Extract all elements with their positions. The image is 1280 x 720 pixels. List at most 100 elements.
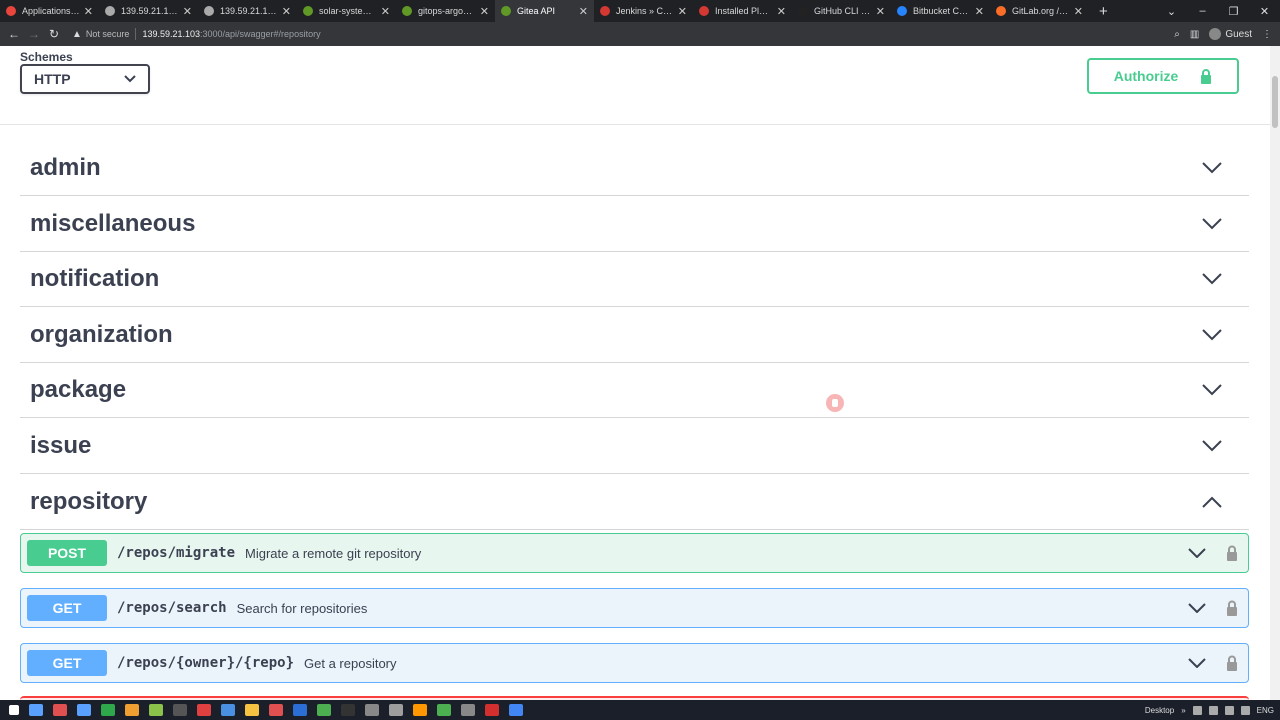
forward-icon[interactable]: → <box>24 27 44 41</box>
operation-row[interactable]: GET/repos/{owner}/{repo} Get a repository <box>20 643 1249 683</box>
taskbar-app-icon[interactable] <box>53 704 67 716</box>
chevron-down-icon[interactable] <box>1201 384 1223 396</box>
taskbar-app-icon[interactable] <box>173 704 187 716</box>
back-icon[interactable]: ← <box>4 27 24 41</box>
taskbar-app-icon[interactable] <box>365 704 379 716</box>
profile-button[interactable]: Guest <box>1209 28 1252 40</box>
tab-title: 139.59.21.103:3 <box>121 6 179 16</box>
minimize-icon[interactable]: – <box>1187 5 1218 17</box>
swagger-page: Schemes HTTP Authorize admin miscellaneou… <box>0 46 1270 700</box>
browser-tab[interactable]: gitops-argocd/c ✕ <box>396 0 495 22</box>
tab-close-icon[interactable]: ✕ <box>84 5 93 18</box>
taskbar-app-icon[interactable] <box>221 704 235 716</box>
tab-title: gitops-argocd/c <box>418 6 476 16</box>
chevron-down-icon[interactable] <box>1188 603 1206 613</box>
taskbar-app-icon[interactable] <box>509 704 523 716</box>
browser-tab[interactable]: Installed Plugin ✕ <box>693 0 792 22</box>
taskbar-app-icon[interactable] <box>29 704 43 716</box>
chevron-down-icon[interactable] <box>1201 217 1223 230</box>
lock-icon[interactable] <box>1226 545 1238 561</box>
schemes-select[interactable]: HTTP <box>20 64 150 94</box>
tag-section-issue[interactable]: issue <box>20 419 1249 474</box>
browser-tab[interactable]: solar-system/pi ✕ <box>297 0 396 22</box>
taskbar-app-icon[interactable] <box>461 704 475 716</box>
taskbar-app-icon[interactable] <box>269 704 283 716</box>
tab-close-icon[interactable]: ✕ <box>183 5 192 18</box>
tab-close-icon[interactable]: ✕ <box>678 5 687 18</box>
network-icon[interactable] <box>1208 705 1218 715</box>
tab-close-icon[interactable]: ✕ <box>975 5 984 18</box>
chevron-down-icon[interactable] <box>1201 440 1223 452</box>
taskbar-app-icon[interactable] <box>317 704 331 716</box>
taskbar-app-icon[interactable] <box>149 704 163 716</box>
chevron-up-icon[interactable] <box>1201 496 1223 508</box>
tab-search-icon[interactable]: ⌄ <box>1156 5 1187 18</box>
sidebar-icon[interactable]: ▥ <box>1190 29 1199 40</box>
scrollbar-thumb[interactable] <box>1272 76 1278 128</box>
warning-icon[interactable]: ▲ <box>72 29 82 40</box>
page-scrollbar[interactable] <box>1270 46 1280 700</box>
zoom-icon[interactable]: ⌕ <box>1174 29 1180 40</box>
taskbar-app-icon[interactable] <box>245 704 259 716</box>
chevron-down-icon[interactable] <box>1201 162 1223 174</box>
close-window-icon[interactable]: ✕ <box>1249 5 1280 18</box>
new-tab-button[interactable]: + <box>1099 3 1108 20</box>
not-secure-label[interactable]: Not secure <box>86 29 130 39</box>
battery-icon[interactable] <box>1240 705 1250 715</box>
taskbar-app-icon[interactable] <box>437 704 451 716</box>
chevron-down-icon[interactable] <box>1188 548 1206 558</box>
taskbar-app-icon[interactable] <box>389 704 403 716</box>
tray-expand-icon[interactable]: » <box>1181 706 1185 715</box>
authorize-button[interactable]: Authorize <box>1087 58 1239 94</box>
chevron-down-icon[interactable] <box>1188 658 1206 668</box>
chevron-down-icon[interactable] <box>1201 273 1223 285</box>
operation-row[interactable]: GET/repos/search Search for repositories <box>20 588 1249 628</box>
mouse-cursor-indicator <box>826 394 844 412</box>
tag-section-repository[interactable]: repository <box>20 475 1249 530</box>
taskbar-app-icon[interactable] <box>77 704 91 716</box>
operation-row[interactable]: POST/repos/migrate Migrate a remote git r… <box>20 533 1249 573</box>
tab-close-icon[interactable]: ✕ <box>1074 5 1083 18</box>
tab-close-icon[interactable]: ✕ <box>777 5 786 18</box>
url-field[interactable]: 139.59.21.103:3000/api/swagger#/reposito… <box>142 29 320 39</box>
taskbar-app-icon[interactable] <box>125 704 139 716</box>
tag-section-organization[interactable]: organization <box>20 308 1249 363</box>
taskbar-app-icon[interactable] <box>485 704 499 716</box>
browser-tab[interactable]: Applications Til ✕ <box>0 0 99 22</box>
tag-section-notification[interactable]: notification <box>20 252 1249 308</box>
taskbar-app-icon[interactable] <box>413 704 427 716</box>
tab-favicon-icon <box>501 6 511 16</box>
tab-strip: Applications Til✕139.59.21.103:3✕139.59.… <box>0 0 1089 22</box>
reload-icon[interactable]: ↻ <box>44 27 64 41</box>
browser-tab[interactable]: Jenkins » Crede ✕ <box>594 0 693 22</box>
lock-icon[interactable] <box>1226 655 1238 671</box>
volume-icon[interactable] <box>1224 705 1234 715</box>
tab-close-icon[interactable]: ✕ <box>480 5 489 18</box>
browser-tab[interactable]: GitLab.org / cli ✕ <box>990 0 1089 22</box>
menu-icon[interactable]: ⋮ <box>1262 29 1272 40</box>
tab-close-icon[interactable]: ✕ <box>381 5 390 18</box>
restore-icon[interactable]: ❐ <box>1218 5 1249 18</box>
browser-tab[interactable]: GitHub CLI | Tak ✕ <box>792 0 891 22</box>
browser-tab[interactable]: 139.59.21.103:3 ✕ <box>99 0 198 22</box>
tab-close-icon[interactable]: ✕ <box>579 5 588 18</box>
start-icon[interactable] <box>9 705 19 715</box>
chevron-down-icon[interactable] <box>1201 329 1223 341</box>
browser-tab[interactable]: Bitbucket Comm ✕ <box>891 0 990 22</box>
tag-section-admin[interactable]: admin <box>20 141 1249 196</box>
browser-tab[interactable]: 139.59.21.103:3 ✕ <box>198 0 297 22</box>
tag-section-miscellaneous[interactable]: miscellaneous <box>20 197 1249 252</box>
tray-icon[interactable] <box>1192 705 1202 715</box>
taskbar-app-icon[interactable] <box>293 704 307 716</box>
tab-close-icon[interactable]: ✕ <box>876 5 885 18</box>
taskbar-app-icon[interactable] <box>341 704 355 716</box>
language-indicator[interactable]: ENG <box>1257 706 1274 715</box>
operation-summary: Migrate a remote git repository <box>245 545 422 561</box>
tab-close-icon[interactable]: ✕ <box>282 5 291 18</box>
browser-tab[interactable]: Gitea API ✕ <box>495 0 594 22</box>
taskbar-app-icon[interactable] <box>101 704 115 716</box>
tag-section-package[interactable]: package <box>20 363 1249 419</box>
desktop-label[interactable]: Desktop <box>1145 706 1174 715</box>
taskbar-app-icon[interactable] <box>197 704 211 716</box>
lock-icon[interactable] <box>1226 600 1238 616</box>
